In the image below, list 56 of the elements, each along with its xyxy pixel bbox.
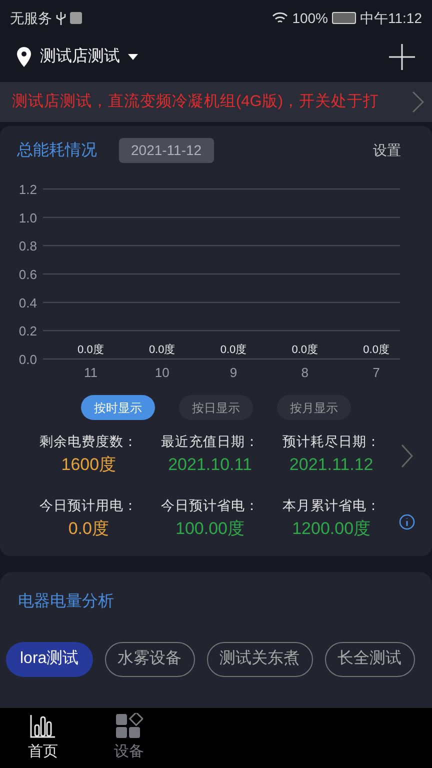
section-title: 电器电量分析 bbox=[17, 592, 115, 612]
stat-value: 0.0度 bbox=[68, 518, 109, 540]
nav-tab[interactable]: 设备 bbox=[86, 708, 172, 768]
value-label: 0.0度 bbox=[220, 344, 247, 356]
device-tab[interactable]: 水雾设备 bbox=[104, 642, 195, 676]
nav-tab[interactable]: 首页 bbox=[0, 708, 86, 768]
value-label: 0.0度 bbox=[363, 344, 390, 356]
device-tab[interactable]: lora测试 bbox=[6, 642, 93, 676]
stat-label: 今日预计用电： bbox=[40, 496, 138, 515]
axis-tick-label: 11 bbox=[84, 365, 98, 380]
clock-text: 中午11:12 bbox=[360, 8, 422, 28]
axis-tick-label: 0.2 bbox=[18, 324, 37, 339]
stat-value: 100.00度 bbox=[175, 518, 244, 540]
axis-tick-label: 9 bbox=[230, 365, 238, 380]
notification-icon bbox=[70, 12, 82, 24]
bar-chart-icon bbox=[29, 712, 57, 739]
value-label: 0.0度 bbox=[292, 344, 318, 356]
chevron-right-icon[interactable] bbox=[401, 444, 413, 468]
value-label: 0.0度 bbox=[148, 344, 176, 356]
stat-label: 预计耗尽日期： bbox=[282, 433, 380, 451]
device-tab[interactable]: 长全测试 bbox=[324, 642, 415, 676]
location-pin-icon bbox=[16, 47, 32, 67]
stat-label: 本月累计省电： bbox=[282, 496, 380, 515]
date-field[interactable]: 2021-11-12 bbox=[119, 138, 214, 163]
grid-icon bbox=[115, 712, 143, 739]
info-icon[interactable] bbox=[399, 514, 415, 530]
wifi-icon bbox=[272, 11, 288, 25]
add-icon[interactable] bbox=[388, 43, 416, 71]
stat-value: 2021.10.11 bbox=[168, 454, 252, 476]
stat-label: 今日预计省电： bbox=[160, 496, 259, 515]
axis-tick-label: 0.0 bbox=[18, 352, 37, 367]
display-mode-tab[interactable]: 按日显示 bbox=[179, 395, 253, 420]
settings-link[interactable]: 设置 bbox=[373, 140, 401, 161]
section-title: 总能耗情况 bbox=[17, 140, 97, 160]
axis-tick-label: 8 bbox=[301, 365, 309, 380]
stat-label: 剩余电费度数： bbox=[40, 433, 138, 451]
stat-value: 1200.00度 bbox=[292, 518, 371, 540]
stat-label: 最近充值日期： bbox=[160, 433, 259, 451]
axis-tick-label: 10 bbox=[154, 365, 170, 380]
stat-value: 1600度 bbox=[61, 454, 116, 476]
stat-value: 2021.11.12 bbox=[289, 454, 374, 476]
axis-tick-label: 0.6 bbox=[18, 267, 37, 282]
device-tab[interactable]: 测试关东煮 bbox=[206, 642, 313, 676]
axis-tick-label: 0.8 bbox=[18, 238, 37, 254]
display-mode-tab[interactable]: 按月显示 bbox=[277, 395, 351, 420]
axis-tick-label: 7 bbox=[372, 365, 380, 380]
caret-icon bbox=[128, 54, 138, 60]
store-dropdown[interactable]: 测试店测试 bbox=[40, 45, 138, 69]
battery-text: 100% bbox=[292, 8, 328, 28]
axis-tick-label: 1.2 bbox=[18, 182, 37, 197]
value-label: 0.0度 bbox=[78, 344, 104, 356]
carrier-text: 无服务 bbox=[10, 8, 52, 28]
axis-tick-label: 0.4 bbox=[18, 295, 37, 310]
usb-icon bbox=[56, 12, 66, 24]
battery-icon bbox=[332, 12, 356, 24]
axis-tick-label: 1.0 bbox=[18, 210, 37, 226]
